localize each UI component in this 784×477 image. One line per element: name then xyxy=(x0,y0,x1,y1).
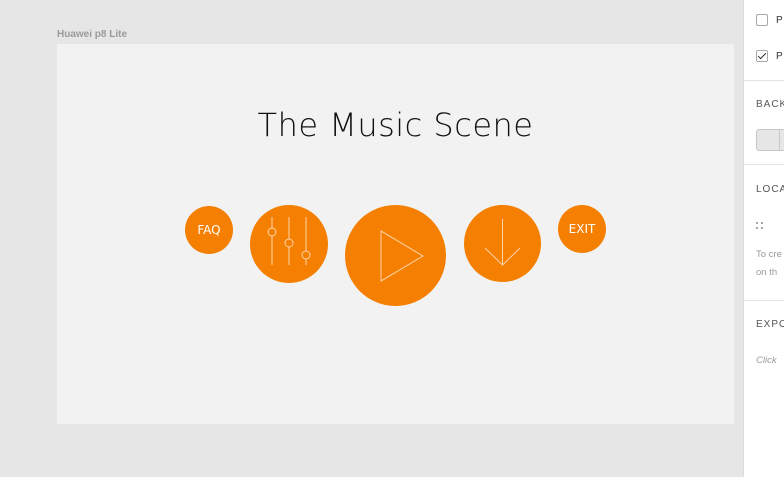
divider xyxy=(744,300,784,301)
divider xyxy=(744,164,784,165)
export-hint: Click xyxy=(756,355,777,366)
drag-handle-icon[interactable] xyxy=(756,222,764,230)
design-canvas: Huawei p8 Lite The Music Scene FAQ EXIT xyxy=(0,0,743,477)
play-icon xyxy=(380,230,424,282)
checkbox-1[interactable] xyxy=(756,14,768,26)
settings-button[interactable] xyxy=(250,205,328,283)
faq-label: FAQ xyxy=(197,223,221,237)
checkbox-row-2[interactable]: P xyxy=(756,49,783,63)
background-section-title: BACK xyxy=(756,99,784,110)
artboard-label[interactable]: Huawei p8 Lite xyxy=(57,29,127,40)
download-button[interactable] xyxy=(464,205,541,282)
artboard-huawei-p8-lite[interactable]: The Music Scene FAQ EXIT xyxy=(57,44,734,424)
checkbox-1-label: P xyxy=(776,14,783,26)
checkbox-row-1[interactable]: P xyxy=(756,13,783,27)
location-section-title: LOCA xyxy=(756,184,784,195)
divider xyxy=(744,80,784,81)
properties-panel: P P BACK LOCA To cre on th EXPO Click xyxy=(743,0,784,477)
export-section-title: EXPO xyxy=(756,319,784,330)
checkbox-2-label: P xyxy=(776,50,783,62)
location-hint-line-1: To cre xyxy=(756,249,782,260)
exit-label: EXIT xyxy=(568,222,596,236)
play-button[interactable] xyxy=(345,205,446,306)
checkbox-2-checked[interactable] xyxy=(756,50,768,62)
background-color-swatch[interactable] xyxy=(756,129,784,151)
location-hint-line-2: on th xyxy=(756,267,778,278)
download-arrow-icon xyxy=(484,219,521,266)
faq-button[interactable]: FAQ xyxy=(185,206,233,254)
exit-button[interactable]: EXIT xyxy=(558,205,606,253)
page-title: The Music Scene xyxy=(257,106,534,144)
sliders-icon xyxy=(267,217,311,265)
